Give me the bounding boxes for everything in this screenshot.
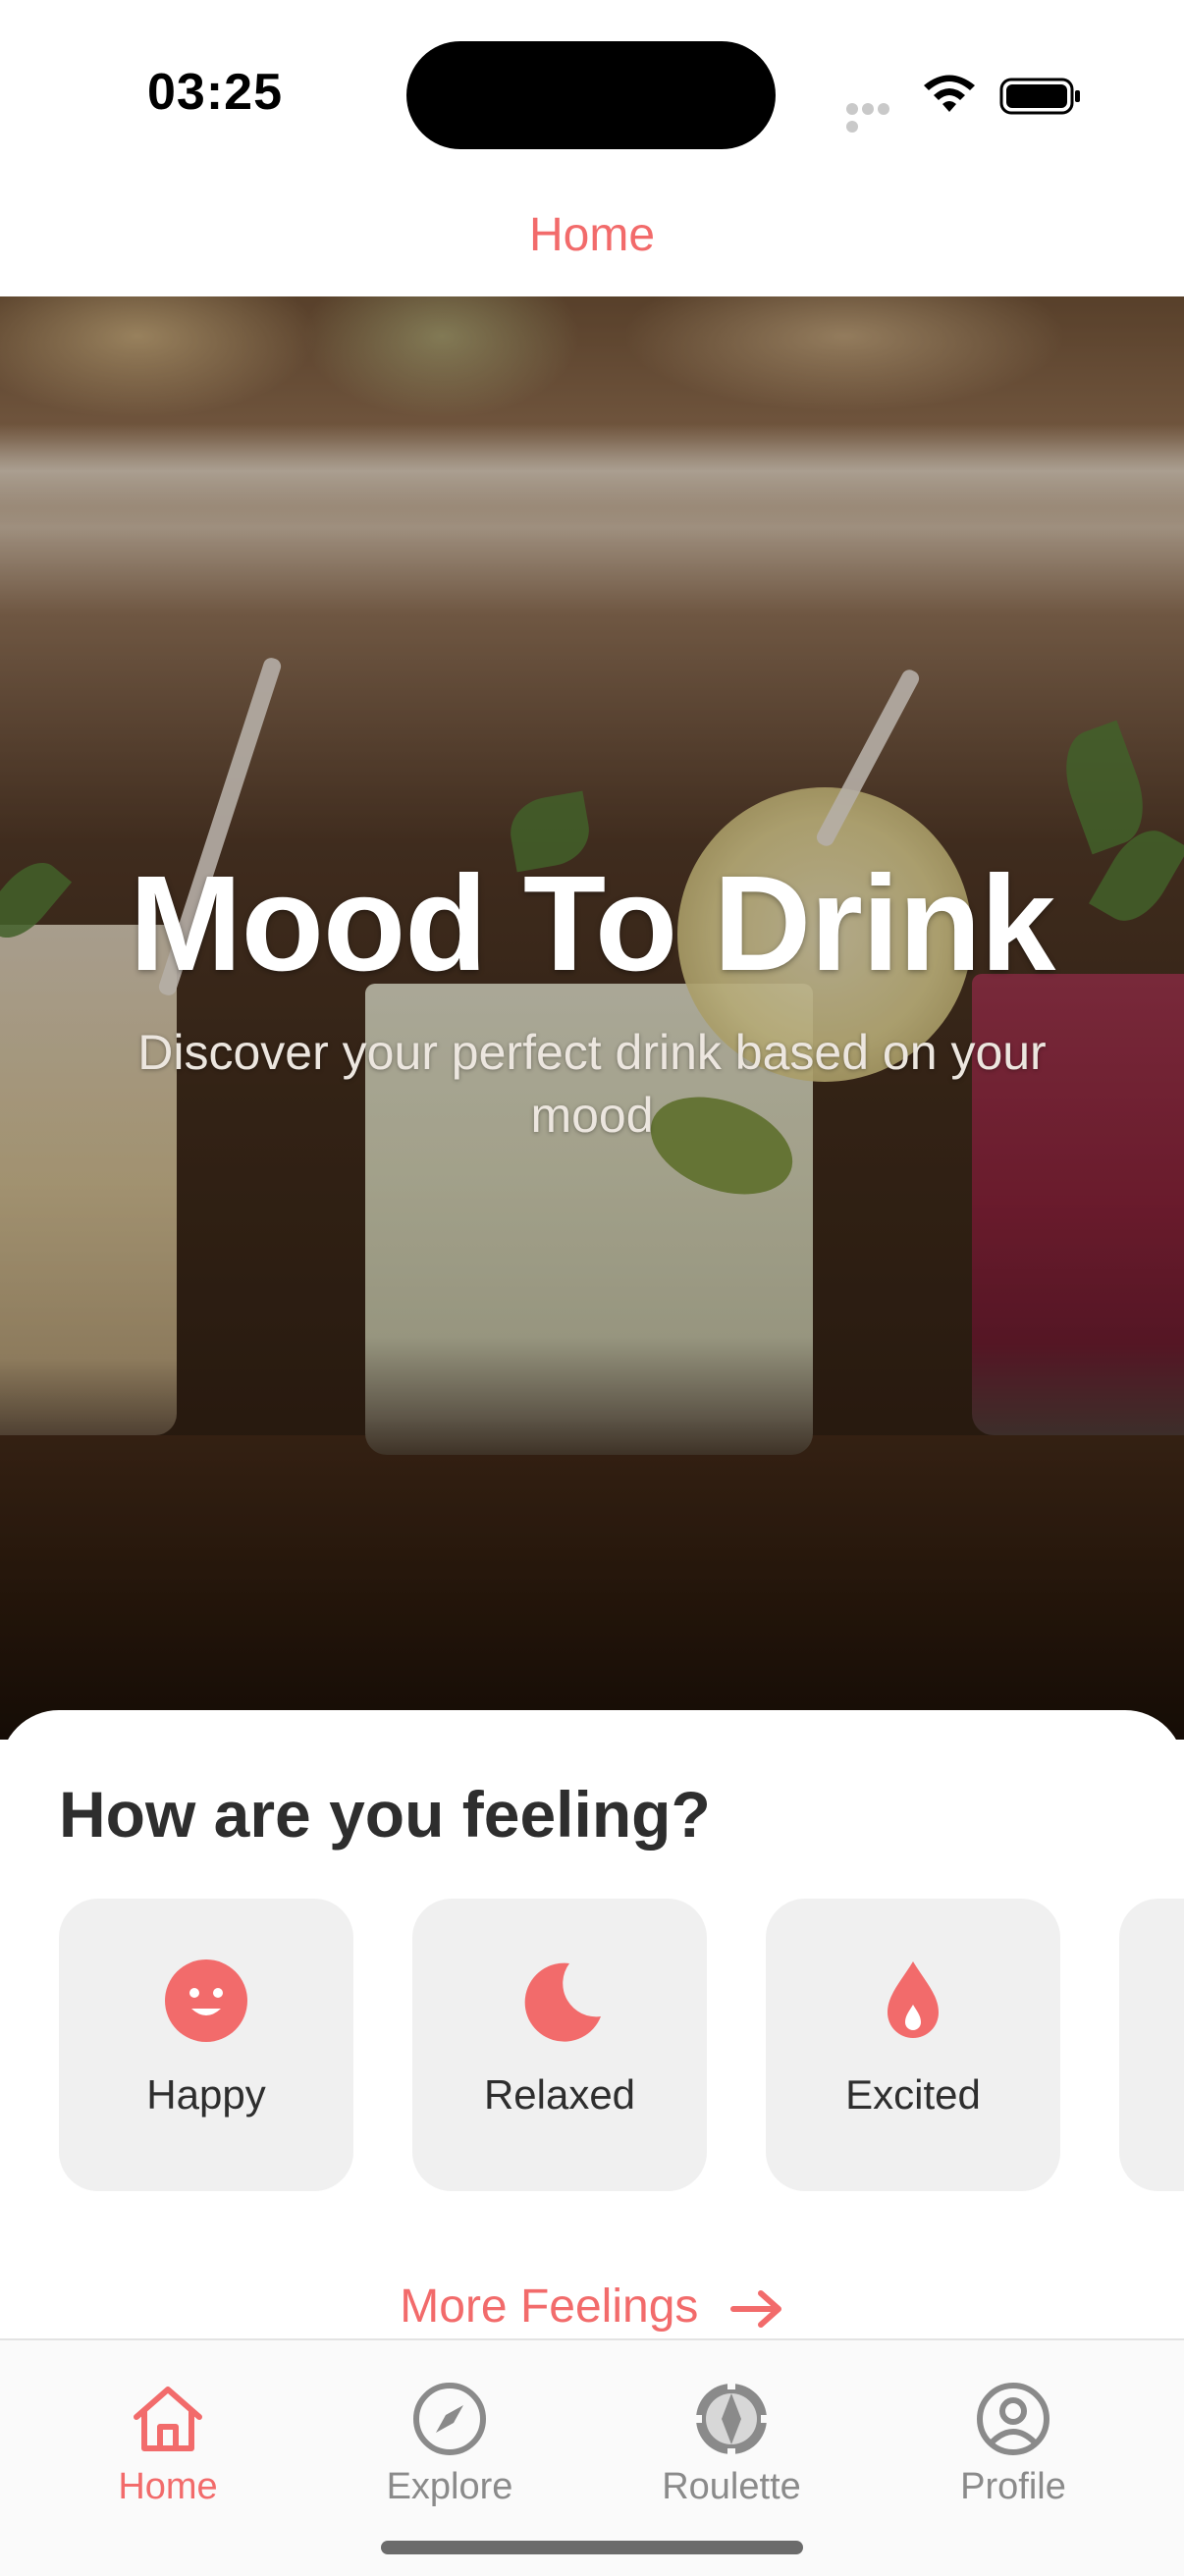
cellular-signal-icon: [846, 102, 907, 133]
mood-label: Relaxed: [483, 2071, 636, 2118]
tab-roulette[interactable]: Roulette: [584, 2340, 879, 2537]
more-feelings-label: More Feelings: [400, 2281, 699, 2333]
tab-label: Profile: [960, 2466, 1066, 2507]
hero-subtitle: Discover your perfect drink based on you…: [137, 1025, 1047, 1143]
mood-card-relaxed[interactable]: Relaxed: [412, 1899, 707, 2191]
house-icon: [134, 2387, 202, 2451]
mood-card-partial[interactable]: [1119, 1899, 1184, 2191]
compass-icon: [413, 2383, 486, 2455]
status-bar: 03:25: [0, 0, 1184, 187]
tab-label: Explore: [386, 2466, 513, 2507]
tab-label: Roulette: [662, 2466, 801, 2507]
tab-label: Home: [118, 2466, 218, 2507]
mood-label: Happy: [146, 2071, 266, 2118]
mood-label: Excited: [845, 2071, 981, 2118]
dynamic-island: [406, 41, 776, 149]
status-time: 03:25: [147, 64, 283, 121]
page-title: Home: [528, 209, 656, 261]
feelings-heading: How are you feeling?: [59, 1778, 711, 1851]
roulette-wheel-icon: [694, 2382, 769, 2456]
home-indicator[interactable]: [381, 2541, 803, 2554]
arrow-right-icon: [729, 2290, 781, 2329]
mood-card-happy[interactable]: Happy: [59, 1899, 353, 2191]
crescent-moon-icon: [524, 1962, 601, 2042]
hero-banner: [0, 296, 1184, 1740]
feelings-sheet: How are you feeling? Happy Relaxed Excit…: [0, 1710, 1184, 2338]
hero-title: Mood To Drink: [129, 848, 1056, 999]
mood-card-excited[interactable]: Excited: [766, 1899, 1060, 2191]
wifi-icon: [924, 75, 975, 112]
tab-explore[interactable]: Explore: [302, 2340, 597, 2537]
person-circle-icon: [977, 2383, 1049, 2455]
flame-icon: [888, 1961, 939, 2038]
hero-overlay: [0, 296, 1184, 1740]
tab-profile[interactable]: Profile: [866, 2340, 1160, 2537]
tab-home[interactable]: Home: [21, 2340, 315, 2537]
battery-icon: [999, 78, 1080, 115]
smiley-face-icon: [165, 1959, 247, 2042]
mood-card-carousel[interactable]: Happy Relaxed Excited: [59, 1899, 1184, 2193]
